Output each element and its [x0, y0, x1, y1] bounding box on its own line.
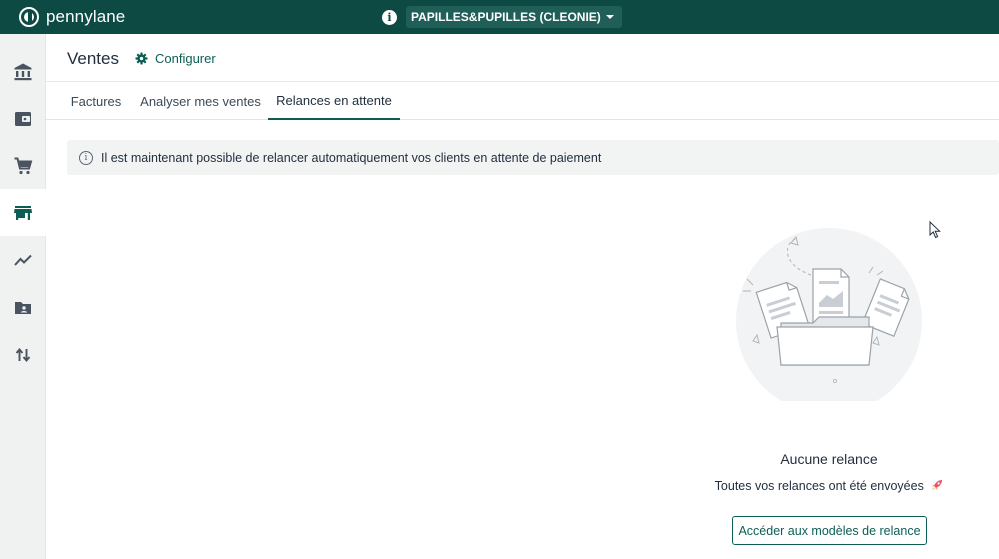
page-title: Ventes: [67, 49, 119, 68]
tab-relances-en-attente[interactable]: Relances en attente: [268, 82, 400, 120]
cart-icon: [14, 157, 33, 174]
sidebar-item-analytics[interactable]: [0, 236, 46, 283]
sidebar-item-wallet[interactable]: [0, 95, 46, 142]
info-icon: i: [79, 150, 93, 165]
store-icon: [14, 205, 32, 220]
sidebar-item-transfers[interactable]: [0, 331, 46, 378]
sidebar: [0, 34, 46, 559]
mouse-cursor-icon: [929, 221, 941, 239]
info-banner: i Il est maintenant possible de relancer…: [67, 140, 999, 175]
tab-factures[interactable]: Factures: [66, 82, 126, 120]
info-icon[interactable]: i: [382, 9, 397, 25]
sidebar-item-bank[interactable]: [0, 48, 46, 95]
tab-bar: Factures Analyser mes ventes Relances en…: [46, 82, 999, 120]
bank-icon: [14, 63, 32, 80]
empty-state-subtitle-text: Toutes vos relances ont été envoyées: [714, 479, 924, 493]
logo-text: pennylane: [46, 7, 126, 26]
caret-down-icon: [605, 15, 614, 19]
configure-button[interactable]: Configurer: [135, 51, 216, 66]
contacts-folder-icon: [15, 301, 31, 314]
empty-folder-illustration: [736, 228, 922, 401]
pennylane-logo[interactable]: pennylane: [19, 7, 125, 27]
configure-label: Configurer: [155, 51, 216, 66]
sidebar-item-purchases[interactable]: [0, 142, 46, 189]
company-select-button[interactable]: PAPILLES&PUPILLES (CLEONIE): [406, 6, 622, 28]
gear-icon: [135, 52, 148, 65]
top-bar: pennylane i PAPILLES&PUPILLES (CLEONIE): [0, 0, 999, 34]
company-name: PAPILLES&PUPILLES (CLEONIE): [411, 10, 601, 24]
sidebar-item-contacts[interactable]: [0, 284, 46, 331]
rocket-icon: [932, 480, 943, 490]
sidebar-item-sales[interactable]: [0, 189, 46, 236]
page-header: Ventes Configurer: [46, 34, 999, 82]
transfer-arrows-icon: [15, 347, 31, 362]
empty-state-title: Aucune relance: [780, 451, 878, 467]
wallet-icon: [15, 111, 31, 126]
empty-state-subtitle: Toutes vos relances ont été envoyées: [700, 479, 958, 493]
access-templates-button[interactable]: Accéder aux modèles de relance: [732, 516, 927, 545]
logo-mark-icon: [19, 7, 39, 27]
banner-text: Il est maintenant possible de relancer a…: [101, 150, 602, 165]
trend-icon: [14, 254, 32, 266]
company-switcher: i PAPILLES&PUPILLES (CLEONIE): [382, 6, 622, 28]
tab-analyser-mes-ventes[interactable]: Analyser mes ventes: [138, 82, 263, 120]
